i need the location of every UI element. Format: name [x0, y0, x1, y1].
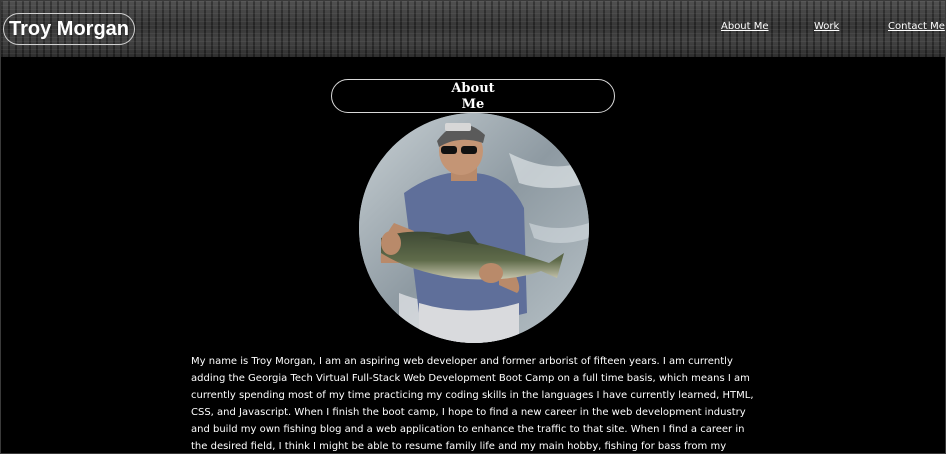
page-frame: Troy Morgan About Me Work Contact Me Abo… [0, 0, 946, 454]
nav-link-work[interactable]: Work [814, 21, 839, 32]
profile-photo [359, 113, 589, 343]
site-brand[interactable]: Troy Morgan [3, 13, 135, 45]
about-bio-text: My name is Troy Morgan, I am an aspiring… [191, 356, 754, 452]
site-header: Troy Morgan About Me Work Contact Me [1, 1, 945, 57]
nav-link-about[interactable]: About Me [721, 21, 769, 32]
profile-photo-illustration [359, 113, 589, 343]
about-section-title-text: About Me [451, 80, 495, 112]
nav-link-contact[interactable]: Contact Me [888, 21, 945, 32]
about-section-title: About Me [331, 78, 615, 113]
